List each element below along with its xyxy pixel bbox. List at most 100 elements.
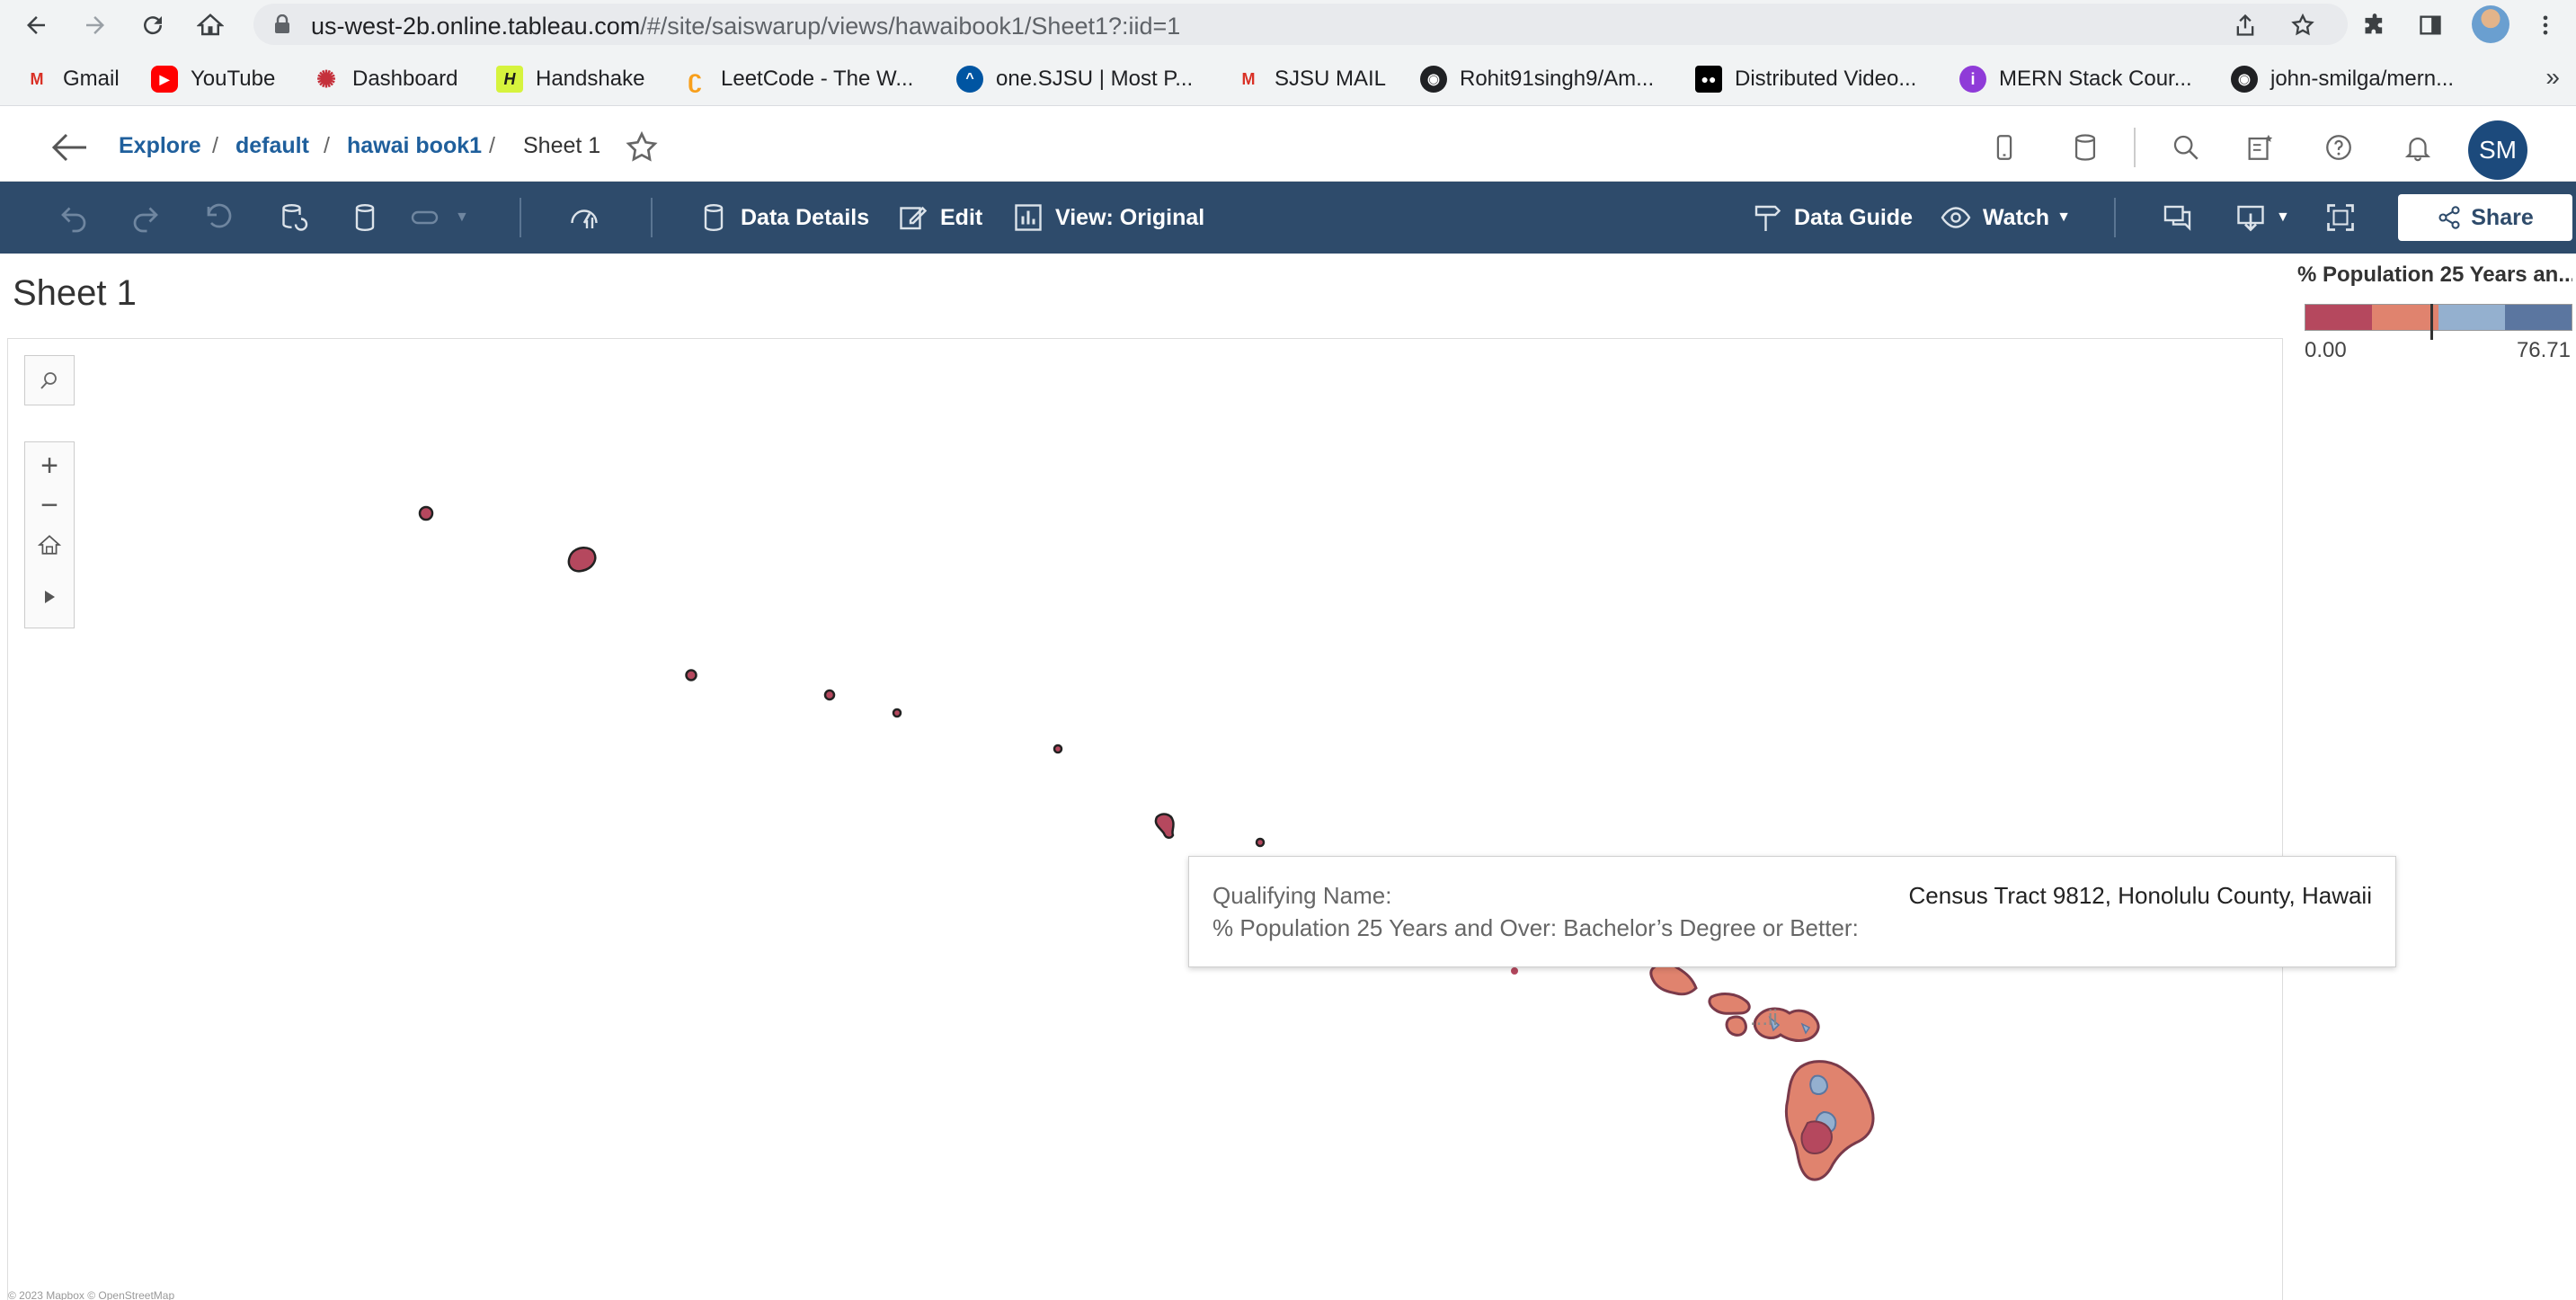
view-toolbar: ▼ Data Details Edit View: Original Data … bbox=[0, 182, 2576, 254]
island-oahu[interactable] bbox=[1649, 962, 1698, 996]
color-legend-bar[interactable] bbox=[2305, 304, 2572, 331]
island-dot[interactable] bbox=[1511, 967, 1518, 975]
island-dot[interactable] bbox=[1255, 837, 1266, 848]
big-island-tract-low[interactable] bbox=[1800, 1120, 1833, 1155]
legend-max-value: 76.71 bbox=[2516, 338, 2571, 362]
recommendations-button[interactable] bbox=[2242, 129, 2278, 165]
bookmark-gmail[interactable]: M Gmail bbox=[23, 63, 120, 95]
download-button[interactable]: ▼ bbox=[2234, 200, 2290, 236]
bookmark-github-rohit[interactable]: ◉ Rohit91singh9/Am... bbox=[1420, 63, 1654, 95]
reload-button[interactable] bbox=[133, 5, 173, 45]
island-dot[interactable] bbox=[685, 669, 697, 681]
metrics-button[interactable] bbox=[568, 200, 600, 236]
refresh-data-button[interactable] bbox=[277, 200, 309, 236]
island-dot[interactable] bbox=[1053, 743, 1063, 754]
address-bar[interactable]: us-west-2b.online.tableau.com/#/site/sai… bbox=[253, 4, 2348, 45]
hawaii-map[interactable]: ...ii bbox=[8, 339, 2283, 1300]
bookmark-sjsu-mail[interactable]: M SJSU MAIL bbox=[1235, 63, 1387, 95]
extensions-button[interactable] bbox=[2355, 5, 2394, 45]
bookmark-star-button[interactable] bbox=[2283, 5, 2323, 45]
zoom-in-button[interactable]: + bbox=[25, 446, 74, 485]
device-preview-button[interactable] bbox=[1986, 129, 2022, 165]
undo-icon bbox=[61, 207, 86, 233]
play-icon bbox=[45, 591, 55, 603]
fullscreen-button[interactable] bbox=[2324, 200, 2357, 236]
share-page-icon bbox=[2236, 13, 2254, 36]
breadcrumb-separator: / bbox=[324, 133, 330, 158]
data-details-button[interactable]: Data Details bbox=[697, 200, 869, 236]
share-button[interactable]: Share bbox=[2398, 194, 2572, 241]
back-arrow-icon[interactable] bbox=[52, 131, 88, 164]
island-dot[interactable] bbox=[823, 689, 836, 701]
side-panel-button[interactable] bbox=[2411, 5, 2450, 45]
zoom-out-button[interactable]: − bbox=[25, 485, 74, 525]
notifications-button[interactable] bbox=[2400, 129, 2436, 165]
arrow-left-icon bbox=[27, 16, 45, 34]
island-dot[interactable] bbox=[892, 708, 902, 718]
chevron-down-icon: ▼ bbox=[2276, 209, 2290, 225]
revert-button[interactable] bbox=[203, 200, 235, 236]
data-source-button[interactable] bbox=[2067, 129, 2103, 165]
database-pause-icon bbox=[355, 203, 375, 232]
island-nihoa-area[interactable] bbox=[418, 505, 434, 521]
bookmark-mern-course[interactable]: i MERN Stack Cour... bbox=[1959, 63, 2192, 95]
url-path: /#/site/saiswarup/views/hawaibook1/Sheet… bbox=[640, 13, 1181, 40]
share-page-button[interactable] bbox=[2225, 5, 2265, 45]
comments-icon bbox=[2163, 205, 2191, 231]
legend-title[interactable]: % Population 25 Years an... bbox=[2297, 263, 2572, 288]
clipboard-star-icon bbox=[2248, 134, 2273, 160]
search-icon bbox=[40, 372, 57, 389]
help-button[interactable] bbox=[2321, 129, 2357, 165]
reset-map-button[interactable] bbox=[25, 525, 74, 565]
user-avatar[interactable]: SM bbox=[2468, 120, 2527, 180]
breadcrumb-explore[interactable]: Explore bbox=[119, 133, 201, 159]
legend-center-tick bbox=[2430, 304, 2433, 340]
bookmark-dashboard[interactable]: ✺ Dashboard bbox=[313, 63, 457, 95]
bookmark-label: Gmail bbox=[63, 67, 120, 91]
github-icon: ◉ bbox=[1420, 66, 1447, 93]
bookmark-youtube[interactable]: ▶ YouTube bbox=[151, 63, 275, 95]
island-tract-kauai-area[interactable] bbox=[1154, 813, 1175, 839]
replay-animation-button[interactable]: ▼ bbox=[410, 200, 469, 236]
breadcrumb-default[interactable]: default bbox=[235, 133, 309, 159]
favorite-star-icon[interactable] bbox=[624, 129, 660, 165]
mobile-icon bbox=[1996, 135, 2012, 160]
search-button[interactable] bbox=[2168, 129, 2204, 165]
breadcrumb-workbook[interactable]: hawai book1 bbox=[347, 133, 482, 159]
fullscreen-icon bbox=[2327, 204, 2354, 231]
comments-button[interactable] bbox=[2163, 200, 2195, 236]
bookmark-one-sjsu[interactable]: ^ one.SJSU | Most P... bbox=[956, 63, 1193, 95]
home-button[interactable] bbox=[191, 5, 230, 45]
breadcrumb-separator: / bbox=[212, 133, 218, 158]
pause-updates-button[interactable] bbox=[349, 200, 381, 236]
map-viz-area[interactable]: ...ii + − © 2023 Mapbox © OpenStreetMap bbox=[7, 338, 2283, 1300]
bookmark-label: YouTube bbox=[191, 67, 276, 91]
browser-menu-button[interactable] bbox=[2526, 5, 2565, 45]
data-guide-button[interactable]: Data Guide bbox=[1751, 200, 1913, 236]
legend-swatch-4 bbox=[2505, 305, 2572, 330]
island-tract-nw[interactable] bbox=[567, 547, 597, 573]
view-original-button[interactable]: View: Original bbox=[1012, 200, 1204, 236]
forward-button[interactable] bbox=[76, 5, 115, 45]
replay-icon bbox=[411, 210, 439, 225]
bookmarks-overflow-button[interactable]: » bbox=[2545, 63, 2560, 92]
mern-icon: i bbox=[1959, 66, 1986, 93]
bookmark-label: Distributed Video... bbox=[1735, 67, 1917, 91]
revert-icon bbox=[207, 203, 232, 228]
watch-button[interactable]: Watch ▼ bbox=[1940, 200, 2071, 236]
map-search-button[interactable] bbox=[24, 355, 75, 405]
island-molokai[interactable] bbox=[1708, 993, 1751, 1015]
bookmark-leetcode[interactable]: ʗ LeetCode - The W... bbox=[681, 63, 913, 95]
bookmark-github-smilga[interactable]: ◉ john-smilga/mern... bbox=[2231, 63, 2454, 95]
expand-toolbar-button[interactable] bbox=[25, 577, 74, 617]
edit-button[interactable]: Edit bbox=[897, 200, 982, 236]
tooltip-name-label: Qualifying Name: bbox=[1212, 882, 1392, 909]
bookmark-distributed-video[interactable]: ●● Distributed Video... bbox=[1695, 63, 1916, 95]
header-divider bbox=[2134, 128, 2136, 167]
back-button[interactable] bbox=[16, 5, 56, 45]
bookmark-handshake[interactable]: H Handshake bbox=[496, 63, 644, 95]
island-lanai[interactable] bbox=[1725, 1015, 1747, 1037]
browser-profile-avatar[interactable] bbox=[2472, 5, 2509, 43]
redo-button[interactable] bbox=[129, 200, 162, 236]
undo-button[interactable] bbox=[58, 200, 90, 236]
